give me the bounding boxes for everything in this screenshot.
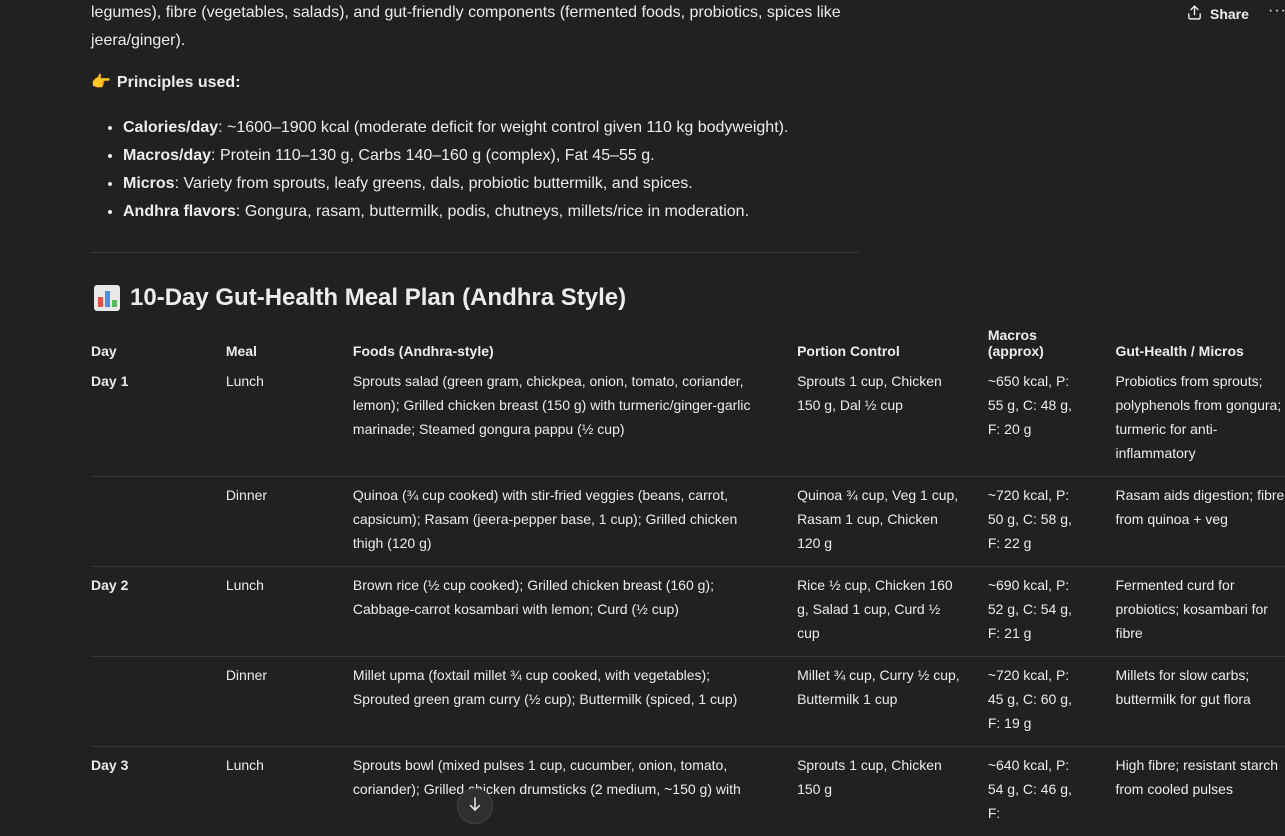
cell-macros: ~720 kcal, P: 50 g, C: 58 g, F: 22 g — [988, 477, 1116, 567]
cell-meal: Dinner — [226, 657, 353, 747]
cell-meal: Lunch — [226, 747, 353, 836]
cell-portion: Rice ½ cup, Chicken 160 g, Salad 1 cup, … — [797, 567, 988, 657]
cell-day — [91, 657, 226, 747]
column-header-foods: Foods (Andhra-style) — [353, 325, 797, 363]
cell-day: Day 3 — [91, 747, 226, 836]
list-item: Andhra flavors: Gongura, rasam, buttermi… — [123, 198, 788, 226]
cell-meal: Lunch — [226, 567, 353, 657]
cell-portion: Sprouts 1 cup, Chicken 150 g, Dal ½ cup — [797, 363, 988, 477]
pointing-hand-icon: 👉 — [91, 72, 111, 91]
share-label: Share — [1210, 6, 1249, 22]
cell-gut-health: Millets for slow carbs; buttermilk for g… — [1115, 657, 1285, 747]
cell-meal: Lunch — [226, 363, 353, 477]
column-header-gut-health: Gut-Health / Micros — [1115, 325, 1285, 363]
intro-paragraph: legumes), fibre (vegetables, salads), an… — [91, 0, 861, 55]
cell-macros: ~650 kcal, P: 55 g, C: 48 g, F: 20 g — [988, 363, 1116, 477]
list-item: Calories/day: ~1600–1900 kcal (moderate … — [123, 114, 788, 142]
bar-chart-icon — [94, 285, 120, 311]
cell-gut-health: Rasam aids digestion; fibre from quinoa … — [1115, 477, 1285, 567]
share-icon — [1186, 4, 1203, 24]
more-options-button[interactable]: ··· — [1268, 2, 1285, 20]
principles-list: Calories/day: ~1600–1900 kcal (moderate … — [91, 114, 788, 226]
list-item: Micros: Variety from sprouts, leafy gree… — [123, 170, 788, 198]
cell-day: Day 2 — [91, 567, 226, 657]
list-item-text: : ~1600–1900 kcal (moderate deficit for … — [218, 119, 788, 136]
cell-macros: ~690 kcal, P: 52 g, C: 54 g, F: 21 g — [988, 567, 1116, 657]
cell-portion: Sprouts 1 cup, Chicken 150 g — [797, 747, 988, 836]
table-row: Dinner Millet upma (foxtail millet ¾ cup… — [91, 657, 1285, 747]
list-item-label: Micros — [123, 175, 175, 192]
column-header-meal: Meal — [226, 325, 353, 363]
cell-portion: Quinoa ¾ cup, Veg 1 cup, Rasam 1 cup, Ch… — [797, 477, 988, 567]
list-item-text: : Variety from sprouts, leafy greens, da… — [175, 175, 693, 192]
meal-plan-table: Day Meal Foods (Andhra-style) Portion Co… — [91, 325, 1285, 836]
cell-foods: Sprouts bowl (mixed pulses 1 cup, cucumb… — [353, 747, 797, 836]
cell-meal: Dinner — [226, 477, 353, 567]
list-item: Macros/day: Protein 110–130 g, Carbs 140… — [123, 142, 788, 170]
scroll-to-bottom-button[interactable] — [457, 788, 493, 824]
plan-title: 10-Day Gut-Health Meal Plan (Andhra Styl… — [94, 284, 626, 312]
list-item-label: Calories/day — [123, 119, 218, 136]
cell-gut-health: Fermented curd for probiotics; kosambari… — [1115, 567, 1285, 657]
cell-gut-health: Probiotics from sprouts; polyphenols fro… — [1115, 363, 1285, 477]
share-button[interactable]: Share — [1186, 4, 1249, 24]
column-header-portion: Portion Control — [797, 325, 988, 363]
column-header-macros: Macros (approx) — [988, 325, 1116, 363]
cell-foods: Millet upma (foxtail millet ¾ cup cooked… — [353, 657, 797, 747]
cell-gut-health: High fibre; resistant starch from cooled… — [1115, 747, 1285, 836]
list-item-text: : Protein 110–130 g, Carbs 140–160 g (co… — [211, 147, 655, 164]
cell-portion: Millet ¾ cup, Curry ½ cup, Buttermilk 1 … — [797, 657, 988, 747]
table-row: Day 1 Lunch Sprouts salad (green gram, c… — [91, 363, 1285, 477]
table-row: Dinner Quinoa (¾ cup cooked) with stir-f… — [91, 477, 1285, 567]
principles-heading: 👉 Principles used: — [91, 70, 241, 95]
list-item-label: Andhra flavors — [123, 203, 236, 220]
cell-day: Day 1 — [91, 363, 226, 477]
section-divider — [91, 252, 859, 253]
cell-foods: Quinoa (¾ cup cooked) with stir-fried ve… — [353, 477, 797, 567]
table-row: Day 3 Lunch Sprouts bowl (mixed pulses 1… — [91, 747, 1285, 836]
list-item-text: : Gongura, rasam, buttermilk, podis, chu… — [236, 203, 749, 220]
table-row: Day 2 Lunch Brown rice (½ cup cooked); G… — [91, 567, 1285, 657]
cell-day — [91, 477, 226, 567]
cell-macros: ~720 kcal, P: 45 g, C: 60 g, F: 19 g — [988, 657, 1116, 747]
list-item-label: Macros/day — [123, 147, 211, 164]
plan-title-text: 10-Day Gut-Health Meal Plan (Andhra Styl… — [130, 284, 626, 312]
arrow-down-icon — [466, 789, 484, 818]
table-header-row: Day Meal Foods (Andhra-style) Portion Co… — [91, 325, 1285, 363]
cell-macros: ~640 kcal, P: 54 g, C: 46 g, F: — [988, 747, 1116, 836]
cell-foods: Sprouts salad (green gram, chickpea, oni… — [353, 363, 797, 477]
principles-heading-text: Principles used: — [117, 74, 241, 91]
column-header-day: Day — [91, 325, 226, 363]
cell-foods: Brown rice (½ cup cooked); Grilled chick… — [353, 567, 797, 657]
